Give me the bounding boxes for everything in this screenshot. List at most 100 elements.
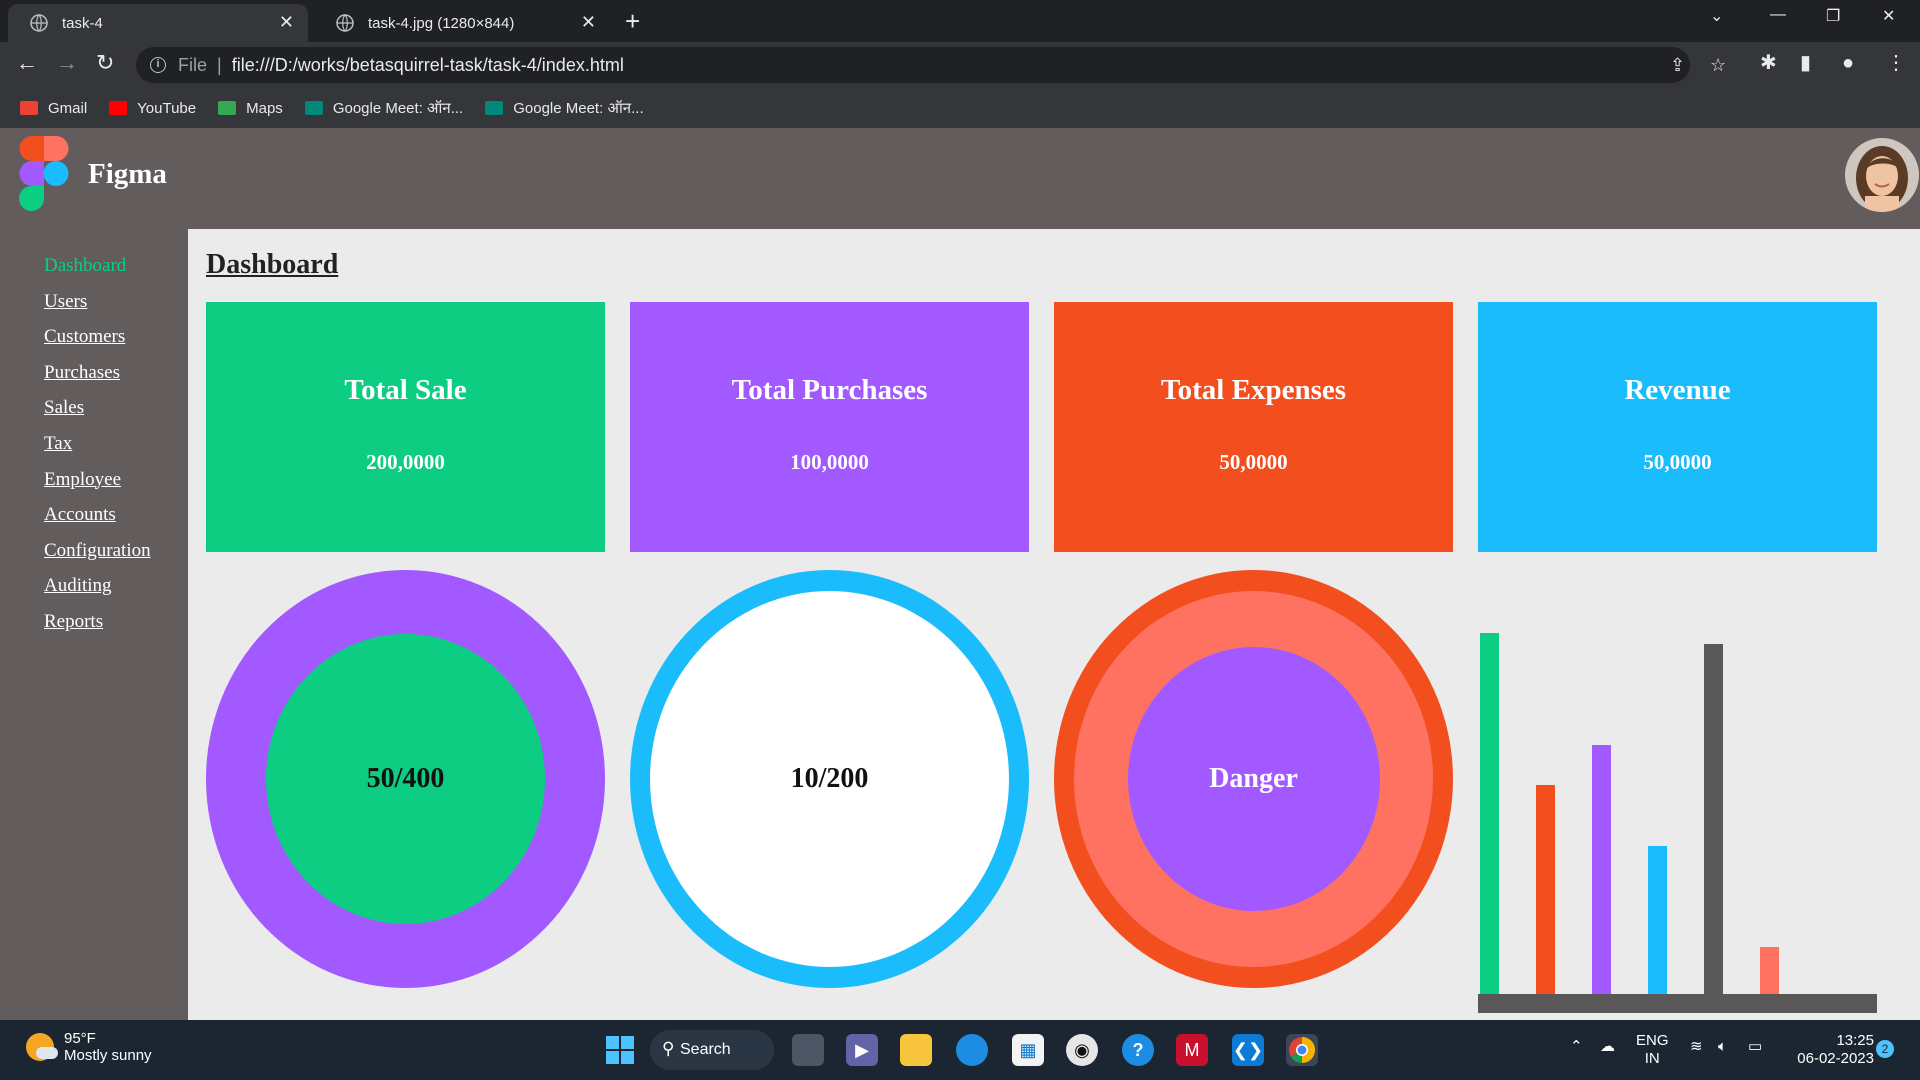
clock-date: 06-02-2023 <box>1797 1050 1874 1067</box>
sidebar-item-users[interactable]: Users <box>44 291 188 327</box>
edge-browser-icon[interactable] <box>956 1034 988 1066</box>
side-panel-icon[interactable]: ▮ <box>1800 53 1811 73</box>
sidebar-item-tax[interactable]: Tax <box>44 433 188 469</box>
stat-card-total-sale: Total Sale 200,0000 <box>206 302 605 552</box>
danger-circle-outer: Danger <box>1054 570 1453 988</box>
back-arrow-icon[interactable]: ← <box>16 52 38 74</box>
bar-2 <box>1536 785 1555 994</box>
browser-toolbar: ← → ↻ i File | file:///D:/works/betasqui… <box>0 42 1920 88</box>
bar-6 <box>1760 947 1779 994</box>
close-icon[interactable]: ✕ <box>279 13 294 31</box>
bookmark-star-icon[interactable]: ☆ <box>1710 55 1726 76</box>
site-info-icon[interactable]: i <box>150 57 166 73</box>
region-code: IN <box>1644 1050 1660 1067</box>
clock[interactable]: 13:25 06-02-2023 <box>1784 1032 1874 1068</box>
battery-icon[interactable]: ▭ <box>1748 1038 1762 1056</box>
windows-start-icon[interactable] <box>604 1034 636 1066</box>
stat-card-total-purchases: Total Purchases 100,0000 <box>630 302 1029 552</box>
profile-icon[interactable]: ● <box>1842 53 1854 73</box>
tab-task-4[interactable]: task-4 ✕ <box>8 4 308 42</box>
weather-widget[interactable]: 95°F Mostly sunny <box>26 1030 152 1064</box>
user-avatar[interactable] <box>1845 138 1919 212</box>
microsoft-store-icon[interactable]: ▦ <box>1012 1034 1044 1066</box>
wifi-icon[interactable]: ≋ <box>1690 1038 1703 1056</box>
help-icon[interactable]: ? <box>1122 1034 1154 1066</box>
stat-card-total-expenses: Total Expenses 50,0000 <box>1054 302 1453 552</box>
ratio-label: 10/200 <box>790 763 869 794</box>
bar-5 <box>1704 644 1723 994</box>
taskbar-search-button[interactable]: ⚲ Search <box>650 1030 774 1070</box>
sidebar-item-customers[interactable]: Customers <box>44 326 188 362</box>
bookmark-gmail[interactable]: Gmail <box>20 100 87 117</box>
meet-icon <box>485 101 504 115</box>
bar-chart <box>1478 598 1877 1018</box>
bar-4 <box>1648 846 1667 994</box>
sidebar-item-configuration[interactable]: Configuration <box>44 540 188 576</box>
stat-card-revenue: Revenue 50,0000 <box>1478 302 1877 552</box>
url-scheme: File <box>178 54 208 75</box>
brand-name: Figma <box>88 158 167 190</box>
task-view-icon[interactable] <box>792 1034 824 1066</box>
sidebar-item-accounts[interactable]: Accounts <box>44 504 188 540</box>
sidebar-item-purchases[interactable]: Purchases <box>44 362 188 398</box>
mcafee-icon[interactable]: M <box>1176 1034 1208 1066</box>
card-title: Revenue <box>1624 374 1731 406</box>
sidebar-item-auditing[interactable]: Auditing <box>44 575 188 611</box>
search-label: Search <box>680 1041 731 1058</box>
progress-circle-outer: 50/400 <box>206 570 605 988</box>
address-bar[interactable]: i File | file:///D:/works/betasquirrel-t… <box>136 47 1726 83</box>
sidebar-item-dashboard[interactable]: Dashboard <box>44 255 188 291</box>
volume-icon[interactable]: 🔈︎ <box>1718 1038 1727 1056</box>
weather-temp: 95°F <box>64 1030 96 1047</box>
tab-strip: task-4 ✕ task-4.jpg (1280×844) ✕ + ⌄ — ❐… <box>0 0 1920 42</box>
url-text: file:///D:/works/betasquirrel-task/task-… <box>231 54 624 75</box>
bookmark-meet-1[interactable]: Google Meet: ऑन... <box>304 98 463 118</box>
card-value: 200,0000 <box>366 450 445 474</box>
share-icon[interactable]: ⇪ <box>1670 55 1685 76</box>
file-explorer-icon[interactable] <box>900 1034 932 1066</box>
chrome-icon[interactable] <box>1286 1034 1318 1066</box>
bar-3 <box>1592 745 1611 994</box>
weather-sun-icon <box>26 1033 58 1061</box>
restore-icon[interactable]: ❐ <box>1826 6 1840 26</box>
sidebar: Dashboard Users Customers Purchases Sale… <box>0 229 188 1020</box>
tab-task-4-jpg[interactable]: task-4.jpg (1280×844) ✕ <box>314 4 610 42</box>
gmail-icon <box>20 101 38 115</box>
progress-label: 50/400 <box>366 763 445 794</box>
teams-chat-icon[interactable]: ▶ <box>846 1034 878 1066</box>
tab-title: task-4 <box>62 14 103 32</box>
onedrive-cloud-icon[interactable]: ☁ <box>1600 1038 1615 1056</box>
reload-icon[interactable]: ↻ <box>96 52 114 74</box>
maps-icon <box>218 101 237 115</box>
github-desktop-icon[interactable]: ◉ <box>1066 1034 1098 1066</box>
tab-search-icon[interactable]: ⌄ <box>1710 6 1723 26</box>
extensions-icon[interactable]: ✱ <box>1760 53 1777 73</box>
notification-badge[interactable]: 2 <box>1876 1040 1894 1058</box>
tray-overflow-chevron-icon[interactable]: ⌃ <box>1570 1038 1583 1056</box>
forward-arrow-icon[interactable]: → <box>56 52 78 74</box>
sidebar-item-reports[interactable]: Reports <box>44 611 188 647</box>
bookmark-maps[interactable]: Maps <box>218 100 283 117</box>
language-indicator[interactable]: ENG IN <box>1636 1032 1669 1068</box>
sidebar-item-employee[interactable]: Employee <box>44 469 188 505</box>
close-icon[interactable]: ✕ <box>581 13 596 31</box>
vscode-icon[interactable]: ❮❯ <box>1232 1034 1264 1066</box>
card-value: 50,0000 <box>1219 450 1288 474</box>
danger-label: Danger <box>1209 763 1298 794</box>
tab-title: task-4.jpg (1280×844) <box>368 14 515 32</box>
sidebar-item-sales[interactable]: Sales <box>44 397 188 433</box>
globe-icon <box>336 14 354 32</box>
window-close-icon[interactable]: ✕ <box>1882 6 1895 26</box>
meet-icon <box>304 101 323 115</box>
youtube-icon <box>109 101 128 115</box>
bar-chart-baseline <box>1478 994 1877 1013</box>
new-tab-button[interactable]: + <box>625 8 640 34</box>
menu-icon[interactable]: ⋮ <box>1886 53 1906 73</box>
figma-logo-icon <box>19 136 69 211</box>
bookmark-youtube[interactable]: YouTube <box>109 100 196 117</box>
bookmarks-bar: Gmail YouTube Maps Google Meet: ऑन... Go… <box>0 88 1920 128</box>
bookmark-meet-2[interactable]: Google Meet: ऑन... <box>485 98 644 118</box>
card-title: Total Sale <box>344 374 467 406</box>
minimize-icon[interactable]: — <box>1770 6 1786 24</box>
card-value: 50,0000 <box>1643 450 1712 474</box>
